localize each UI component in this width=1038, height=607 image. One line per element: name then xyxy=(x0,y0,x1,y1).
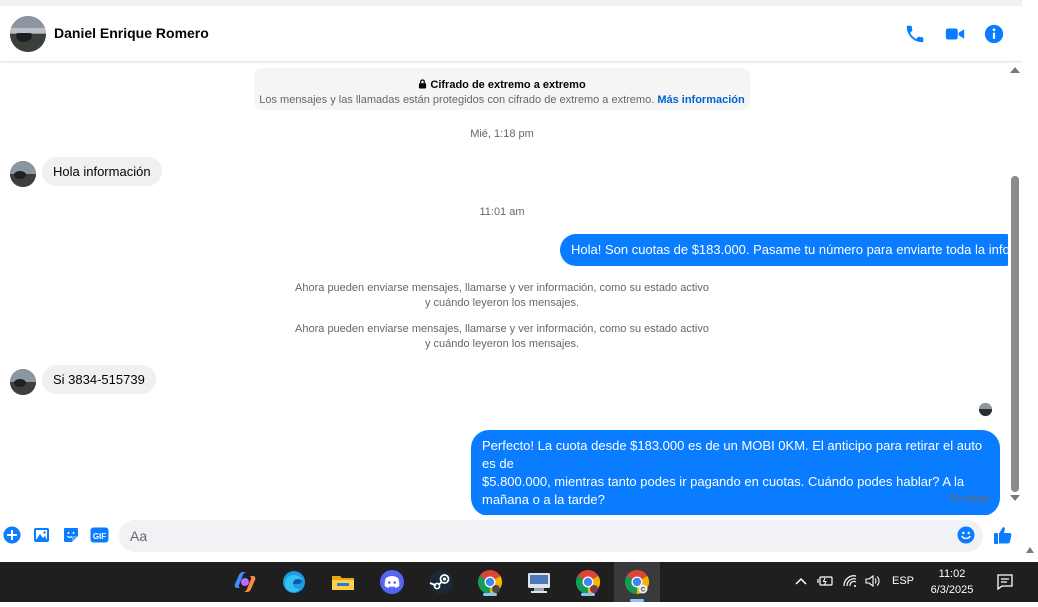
composer-bar: GIF xyxy=(0,515,1022,557)
system-message: Ahora pueden enviarse mensajes, llamarse… xyxy=(295,323,709,350)
battery-icon[interactable] xyxy=(817,574,835,591)
timestamp: 11:01 am xyxy=(479,206,525,218)
encryption-notice: Cifrado de extremo a extremo Los mensaje… xyxy=(254,68,750,110)
info-icon[interactable] xyxy=(983,23,1005,45)
timestamp: Mié, 1:18 pm xyxy=(470,128,534,140)
incoming-message[interactable]: Hola información xyxy=(42,157,162,186)
outgoing-message[interactable]: Perfecto! La cuota desde $183.000 es de … xyxy=(471,430,1000,516)
messenger-window: Daniel Enrique Romero Cifrado de extremo… xyxy=(0,0,1038,562)
copilot-icon[interactable] xyxy=(231,568,259,596)
file-explorer-icon[interactable] xyxy=(329,568,357,596)
chrome-profile-icon[interactable] xyxy=(574,568,602,596)
page-scrollbar[interactable] xyxy=(1022,0,1038,562)
steam-icon[interactable] xyxy=(427,568,455,596)
sender-avatar[interactable] xyxy=(10,161,36,187)
scroll-up-arrow-icon[interactable] xyxy=(1010,67,1020,73)
encryption-text: Los mensajes y las llamadas están proteg… xyxy=(259,94,655,106)
message-list: Cifrado de extremo a extremo Los mensaje… xyxy=(0,63,1021,516)
windows-taskbar: C ESP 11:02 6/3/2025 xyxy=(0,562,1038,602)
phone-icon[interactable] xyxy=(904,23,926,45)
chrome-icon[interactable] xyxy=(476,568,504,596)
emoji-icon[interactable] xyxy=(957,526,975,544)
scroll-thumb[interactable] xyxy=(1011,176,1019,492)
thumbs-up-icon[interactable] xyxy=(993,525,1013,545)
sender-avatar[interactable] xyxy=(10,369,36,395)
svg-text:C: C xyxy=(641,588,646,594)
message-input[interactable] xyxy=(119,520,983,552)
plus-icon[interactable] xyxy=(3,526,21,544)
discord-icon[interactable] xyxy=(378,568,406,596)
gif-icon[interactable]: GIF xyxy=(90,526,109,544)
incoming-message[interactable]: Si 3834-515739 xyxy=(42,365,156,394)
outgoing-message[interactable]: Hola! Son cuotas de $183.000. Pasame tu … xyxy=(560,234,1021,266)
system-clock[interactable]: 11:02 6/3/2025 xyxy=(922,566,982,598)
sent-status: Enviado xyxy=(950,493,990,505)
contact-name[interactable]: Daniel Enrique Romero xyxy=(54,25,209,41)
read-receipt-avatar xyxy=(979,403,992,416)
gallery-icon[interactable] xyxy=(33,526,51,544)
notifications-icon[interactable] xyxy=(996,573,1014,594)
edge-icon[interactable] xyxy=(280,568,308,596)
volume-icon[interactable] xyxy=(864,574,882,591)
system-message: Ahora pueden enviarse mensajes, llamarse… xyxy=(295,282,709,309)
message-scrollbar[interactable] xyxy=(1008,63,1022,515)
encryption-title: Cifrado de extremo a extremo xyxy=(430,79,586,91)
chevron-up-icon[interactable] xyxy=(794,574,808,591)
remote-desktop-icon[interactable] xyxy=(525,568,553,596)
sticker-icon[interactable] xyxy=(62,526,80,544)
wifi-icon[interactable] xyxy=(842,574,858,591)
video-camera-icon[interactable] xyxy=(944,23,966,45)
contact-avatar[interactable] xyxy=(10,16,46,52)
chrome-profile-c-icon[interactable]: C xyxy=(614,562,660,602)
scroll-down-arrow-icon[interactable] xyxy=(1010,495,1020,501)
more-info-link[interactable]: Más información xyxy=(657,94,744,106)
svg-text:GIF: GIF xyxy=(93,532,106,541)
chat-header: Daniel Enrique Romero xyxy=(0,6,1022,62)
lock-icon xyxy=(418,79,430,91)
language-indicator[interactable]: ESP xyxy=(892,575,914,587)
